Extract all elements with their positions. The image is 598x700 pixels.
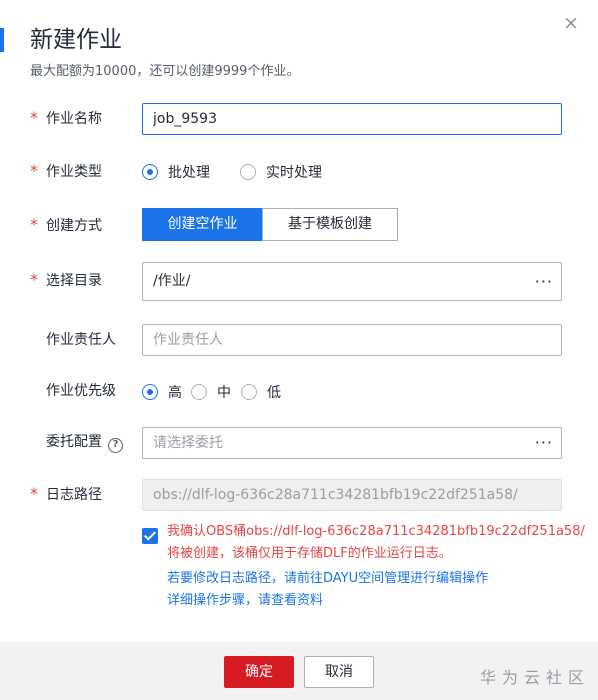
radio-priority-high-label: 高 <box>168 385 182 401</box>
confirm-notice-line2: 将被创建，该桶仅用于存储DLF的作业运行日志。 <box>167 546 452 561</box>
directory-label: * 选择目录 <box>30 270 102 289</box>
radio-circle <box>241 384 257 400</box>
required-mark: * <box>30 270 38 289</box>
dialog-title: 新建作业 <box>30 27 122 53</box>
agency-label: 委托配置? <box>30 432 123 453</box>
help-icon[interactable]: ? <box>108 438 123 453</box>
radio-batch[interactable]: 批处理 <box>142 162 210 182</box>
log-path-input <box>142 479 562 511</box>
radio-realtime-label: 实时处理 <box>266 165 322 181</box>
title-accent-bar <box>0 28 4 52</box>
more-icon[interactable]: ··· <box>535 428 553 458</box>
modify-log-path-link[interactable]: 若要修改日志路径，请前往DAYU空间管理进行编辑操作 <box>167 568 488 590</box>
owner-input[interactable] <box>142 324 562 356</box>
directory-value: /作业/ <box>153 273 191 289</box>
radio-priority-low[interactable]: 低 <box>241 382 281 402</box>
agency-picker[interactable]: 请选择委托 ··· <box>142 427 562 459</box>
more-icon[interactable]: ··· <box>535 263 553 300</box>
radio-realtime[interactable]: 实时处理 <box>240 162 322 182</box>
radio-circle <box>191 384 207 400</box>
required-mark: * <box>30 108 38 127</box>
job-name-input[interactable] <box>142 103 562 135</box>
job-name-label: * 作业名称 <box>30 108 102 127</box>
radio-circle <box>142 164 158 180</box>
create-mode-label: * 创建方式 <box>30 215 102 234</box>
priority-label: 作业优先级 <box>46 383 116 399</box>
watermark: 华为云社区 <box>480 668 591 687</box>
create-empty-job-button[interactable]: 创建空作业 <box>142 208 263 241</box>
required-mark: * <box>30 161 38 180</box>
directory-picker[interactable]: /作业/ ··· <box>142 262 562 301</box>
radio-priority-medium-label: 中 <box>217 385 231 401</box>
create-from-template-button[interactable]: 基于模板创建 <box>262 208 398 241</box>
confirm-checkbox[interactable] <box>142 528 158 544</box>
cancel-button[interactable]: 取消 <box>304 656 374 688</box>
required-mark: * <box>30 215 38 234</box>
agency-placeholder: 请选择委托 <box>153 435 223 451</box>
confirm-notice-line1: 我确认OBS桶obs://dlf-log-636c28a711c34281bfb… <box>167 524 585 539</box>
radio-circle <box>142 384 158 400</box>
radio-priority-medium[interactable]: 中 <box>191 382 231 402</box>
quota-subtitle: 最大配额为10000，还可以创建9999个作业。 <box>30 64 300 79</box>
radio-priority-high[interactable]: 高 <box>142 382 182 402</box>
owner-label: 作业责任人 <box>46 332 116 348</box>
radio-batch-label: 批处理 <box>168 165 210 181</box>
required-mark: * <box>30 484 38 503</box>
log-path-label: * 日志路径 <box>30 484 102 503</box>
job-type-label: * 作业类型 <box>30 161 102 180</box>
ok-button[interactable]: 确定 <box>224 656 294 688</box>
radio-circle <box>240 164 256 180</box>
close-icon[interactable]: × <box>561 13 581 33</box>
radio-priority-low-label: 低 <box>267 385 281 401</box>
view-docs-link[interactable]: 详细操作步骤，请查看资料 <box>167 590 323 612</box>
